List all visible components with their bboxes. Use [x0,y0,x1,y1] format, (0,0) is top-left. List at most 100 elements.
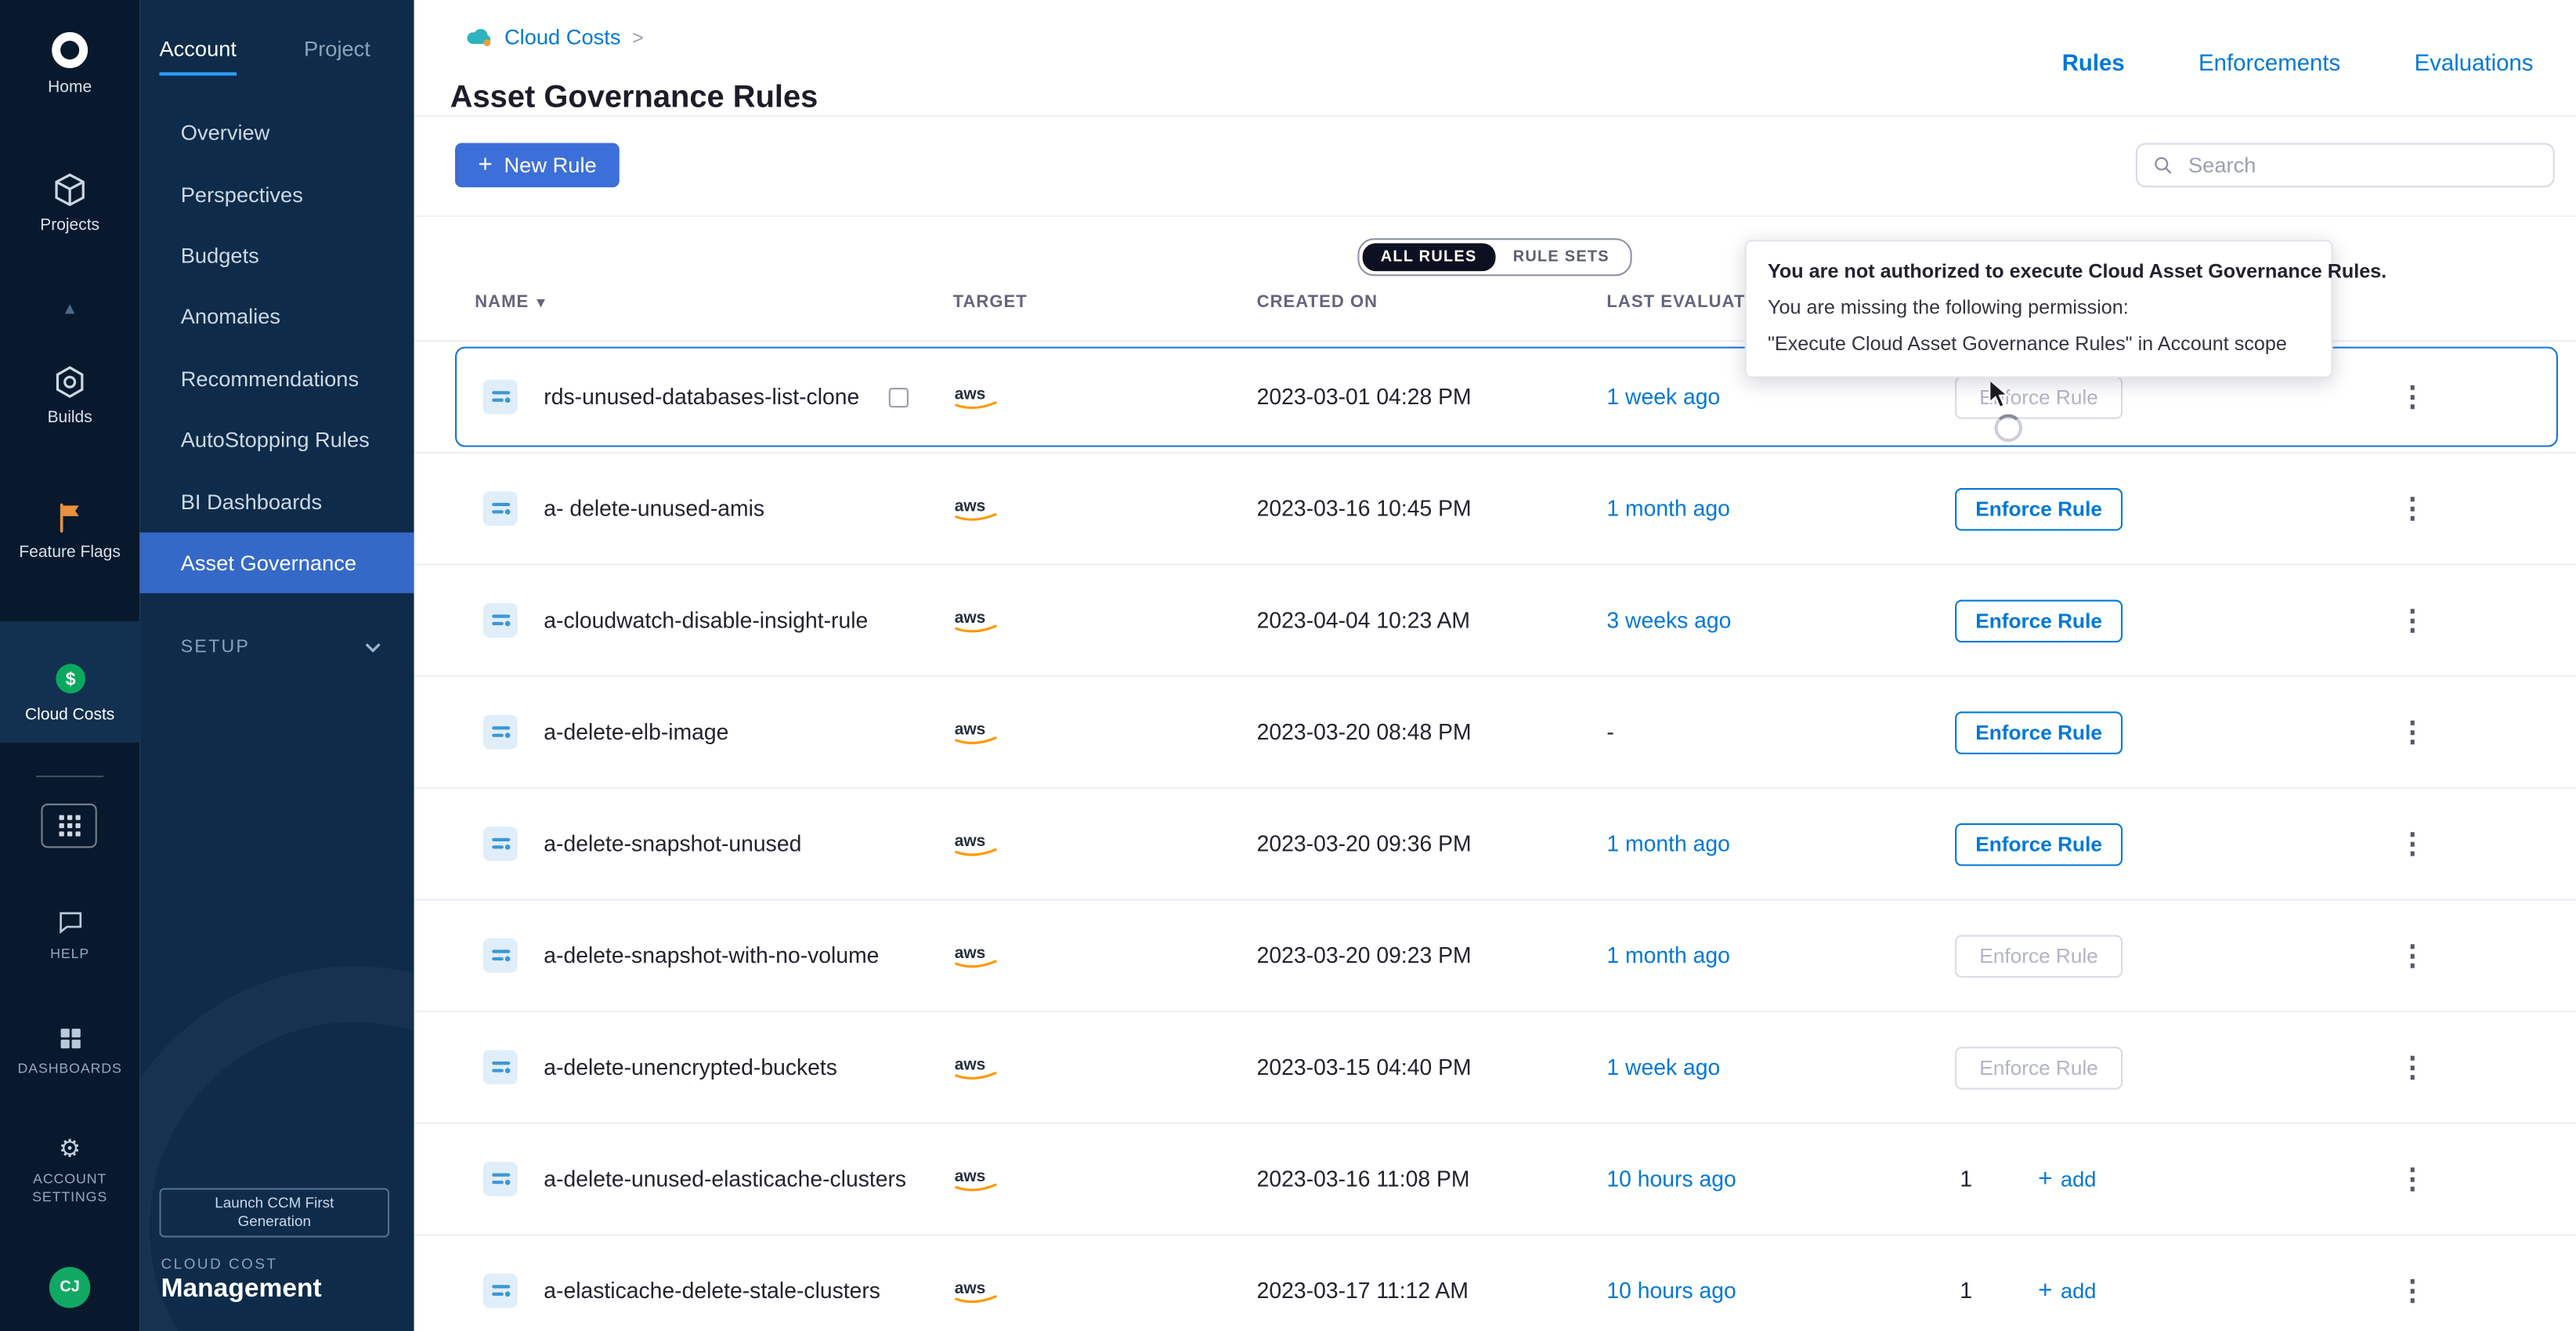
enforce-rule-button[interactable]: Enforce Rule [1955,823,2123,866]
table-row[interactable]: a- delete-unused-amis aws 2023-03-16 10:… [414,454,2576,566]
sidebar-item-anomalies[interactable]: Anomalies [139,286,414,347]
copy-icon[interactable] [889,387,909,407]
last-evaluated-link[interactable]: 1 month ago [1606,495,1729,519]
row-menu-button[interactable]: ⋮ [2389,712,2437,750]
new-rule-button[interactable]: + New Rule [455,143,620,187]
rule-name: a-delete-unencrypted-buckets [544,1055,837,1080]
rule-icon [483,1050,518,1084]
table-row[interactable]: a-delete-unused-elasticache-clusters aws… [414,1124,2576,1236]
svg-text:aws: aws [955,721,986,739]
row-menu-button[interactable]: ⋮ [2389,1047,2437,1085]
toggle-rule-sets[interactable]: RULE SETS [1495,243,1628,271]
flag-icon [52,500,88,536]
column-header-name[interactable]: NAME ▾ [475,292,952,312]
enforce-rule-button[interactable]: Enforce Rule [1955,487,2123,530]
nav-link-enforcements[interactable]: Enforcements [2198,49,2340,76]
setup-section-toggle[interactable]: SETUP [181,638,381,657]
launch-ccm-first-gen-button[interactable]: Launch CCM First Generation [159,1188,389,1237]
svg-text:aws: aws [955,609,986,627]
row-menu-button[interactable]: ⋮ [2389,1271,2437,1308]
aws-logo: aws [953,382,1257,413]
tab-account[interactable]: Account [159,36,237,75]
last-evaluated-link[interactable]: 10 hours ago [1606,1166,1736,1190]
table-row[interactable]: a-delete-unencrypted-buckets aws 2023-03… [414,1012,2576,1124]
enforce-rule-button[interactable]: Enforce Rule [1955,375,2123,418]
last-evaluated-link[interactable]: 10 hours ago [1606,1278,1736,1302]
add-label: add [2061,1166,2097,1191]
last-evaluated-link[interactable]: 1 week ago [1606,1054,1720,1079]
sidebar-item-perspectives[interactable]: Perspectives [139,163,414,224]
table-row[interactable]: a-delete-elb-image aws 2023-03-20 08:48 … [414,677,2576,789]
user-avatar[interactable]: CJ [49,1267,90,1307]
enforce-rule-button[interactable]: Enforce Rule [1955,599,2123,642]
sidebar-item-overview[interactable]: Overview [139,102,414,163]
last-evaluated-link[interactable]: 3 weeks ago [1606,607,1731,631]
sidebar-item-account-settings[interactable]: ⚙ ACCOUNT SETTINGS [0,1137,139,1208]
row-menu-button[interactable]: ⋮ [2389,936,2437,974]
add-enforcement-link[interactable]: + add [2038,1279,2096,1303]
row-menu-button[interactable]: ⋮ [2389,601,2437,638]
sidebar-item-projects[interactable]: Projects [0,171,139,235]
hexagon-icon [51,363,89,401]
row-menu-button[interactable]: ⋮ [2389,377,2437,414]
created-on: 2023-03-20 09:36 PM [1257,831,1607,855]
last-evaluated-link[interactable]: 1 month ago [1606,942,1729,967]
sidebar-item-budgets[interactable]: Budgets [139,225,414,286]
plus-icon: + [2038,1166,2052,1191]
table-row[interactable]: a-delete-snapshot-with-no-volume aws 202… [414,900,2576,1012]
created-on: 2023-03-17 11:12 AM [1257,1279,1607,1303]
breadcrumb: Cloud Costs > [465,24,644,49]
gear-icon: ⚙ [59,1137,81,1162]
sidebar-item-home[interactable]: Home [0,30,139,97]
toggle-all-rules[interactable]: ALL RULES [1363,243,1495,271]
breadcrumb-cloud-costs-link[interactable]: Cloud Costs [504,24,621,49]
header-nav-links: Rules Enforcements Evaluations [2062,49,2534,76]
last-evaluated-link: - [1606,719,1613,743]
sidebar-item-asset-governance[interactable]: Asset Governance [139,532,414,593]
sidebar-item-builds[interactable]: Builds [0,363,139,428]
aws-logo: aws [953,1051,1257,1083]
rule-icon [483,1162,518,1196]
created-on: 2023-03-16 11:08 PM [1257,1166,1607,1191]
aws-logo: aws [953,1163,1257,1195]
enforce-rule-button[interactable]: Enforce Rule [1955,711,2123,754]
rail-item-label: Cloud Costs [25,707,114,725]
sidebar-item-help[interactable]: HELP [0,907,139,964]
tab-project[interactable]: Project [304,36,370,75]
plus-icon: + [2038,1279,2052,1303]
chevron-up-icon[interactable]: ▲ [0,301,139,319]
row-menu-button[interactable]: ⋮ [2389,489,2437,526]
aws-logo: aws [953,493,1257,524]
table-row[interactable]: a-delete-snapshot-unused aws 2023-03-20 … [414,789,2576,901]
table-row[interactable]: a-elasticache-delete-stale-clusters aws … [414,1235,2576,1331]
add-enforcement-link[interactable]: + add [2038,1166,2096,1191]
last-evaluated-link[interactable]: 1 month ago [1606,830,1729,855]
enforcement-count: 1 [1960,1279,1972,1303]
rule-icon [483,603,518,638]
nav-link-rules[interactable]: Rules [2062,49,2125,76]
module-switcher-button[interactable] [41,804,96,848]
sidebar-item-autostopping-rules[interactable]: AutoStopping Rules [139,409,414,470]
page-header: Cloud Costs > Asset Governance Rules Rul… [414,0,2576,117]
enforce-rule-button[interactable]: Enforce Rule [1955,934,2123,977]
rail-item-label: Builds [48,409,92,427]
row-menu-button[interactable]: ⋮ [2389,824,2437,862]
sidebar-item-bi-dashboards[interactable]: BI Dashboards [139,471,414,532]
row-menu-button[interactable]: ⋮ [2389,1159,2437,1197]
search-box [2136,143,2555,187]
toolbar-divider [414,215,2576,217]
sidebar-item-dashboards[interactable]: DASHBOARDS [0,1025,139,1079]
table-row[interactable]: a-cloudwatch-disable-insight-rule aws 20… [414,566,2576,678]
last-evaluated-link[interactable]: 1 week ago [1606,384,1720,408]
search-input[interactable] [2185,151,2538,179]
sidebar-item-feature-flags[interactable]: Feature Flags [0,500,139,562]
new-rule-label: New Rule [504,153,596,177]
nav-link-evaluations[interactable]: Evaluations [2415,49,2534,76]
enforce-rule-button[interactable]: Enforce Rule [1955,1046,2123,1089]
sidebar-item-cloud-costs[interactable]: $ Cloud Costs [0,621,139,743]
rule-name: a-cloudwatch-disable-insight-rule [544,608,868,632]
rule-name: a- delete-unused-amis [544,496,764,520]
svg-text:aws: aws [955,1167,986,1185]
rule-icon [483,380,518,414]
sidebar-item-recommendations[interactable]: Recommendations [139,348,414,409]
